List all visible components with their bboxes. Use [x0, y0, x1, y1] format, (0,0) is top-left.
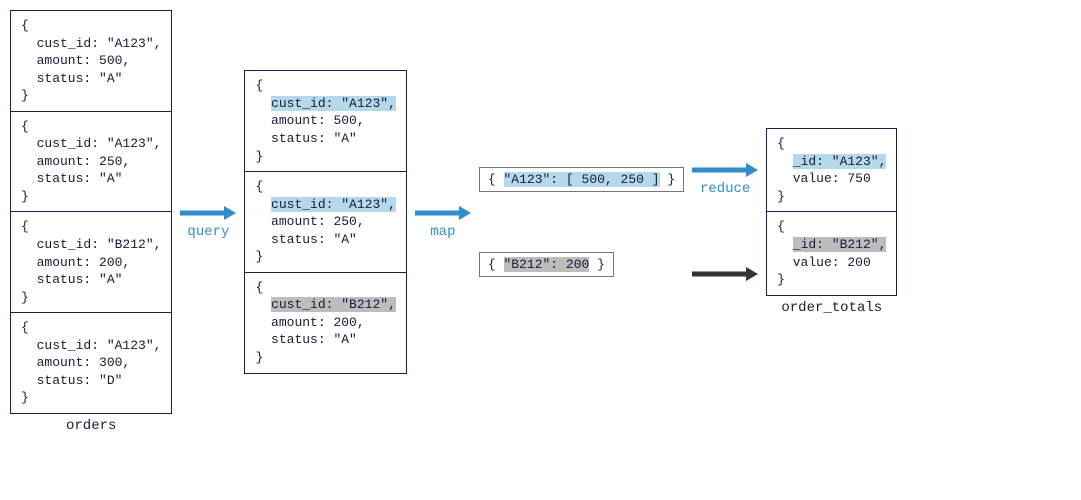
- mapreduce-diagram: { cust_id: "A123", amount: 500, status: …: [10, 10, 1071, 434]
- mapped-column: { "A123": [ 500, 250 ] } { "B212": 200 }: [479, 167, 684, 277]
- queried-doc: { cust_id: "A123", amount: 250, status: …: [245, 172, 405, 273]
- results-caption: order_totals: [766, 300, 897, 316]
- mapped-pair: { "B212": 200 }: [479, 252, 614, 277]
- queried-doc: { cust_id: "A123", amount: 500, status: …: [245, 71, 405, 172]
- order-doc: { cust_id: "A123", amount: 300, status: …: [11, 313, 171, 413]
- orders-stack: { cust_id: "A123", amount: 500, status: …: [10, 10, 172, 414]
- arrow-right-icon: [692, 265, 758, 283]
- arrow-right-icon: [415, 204, 471, 222]
- passthrough-arrow: [692, 265, 758, 283]
- mapped-pair: { "A123": [ 500, 250 ] }: [479, 167, 684, 192]
- map-label: map: [430, 224, 455, 240]
- queried-stack: { cust_id: "A123", amount: 500, status: …: [244, 70, 406, 373]
- order-doc: { cust_id: "A123", amount: 500, status: …: [11, 11, 171, 112]
- query-arrow: query: [180, 204, 236, 240]
- order-doc: { cust_id: "B212", amount: 200, status: …: [11, 212, 171, 313]
- reduce-label: reduce: [700, 181, 750, 197]
- result-doc: { _id: "B212", value: 200 }: [767, 212, 896, 294]
- arrow-right-icon: [692, 161, 758, 179]
- result-doc: { _id: "A123", value: 750 }: [767, 129, 896, 212]
- results-stack: { _id: "A123", value: 750 }{ _id: "B212"…: [766, 128, 897, 295]
- queried-column: { cust_id: "A123", amount: 500, status: …: [244, 70, 406, 373]
- orders-column: { cust_id: "A123", amount: 500, status: …: [10, 10, 172, 434]
- map-arrow: map: [415, 204, 471, 240]
- order-doc: { cust_id: "A123", amount: 250, status: …: [11, 112, 171, 213]
- results-column: { _id: "A123", value: 750 }{ _id: "B212"…: [766, 128, 897, 315]
- arrow-right-icon: [180, 204, 236, 222]
- orders-caption: orders: [10, 418, 172, 434]
- reduce-arrows: reduce: [692, 161, 758, 283]
- queried-doc: { cust_id: "B212", amount: 200, status: …: [245, 273, 405, 373]
- query-label: query: [187, 224, 229, 240]
- reduce-arrow-1: reduce: [692, 161, 758, 197]
